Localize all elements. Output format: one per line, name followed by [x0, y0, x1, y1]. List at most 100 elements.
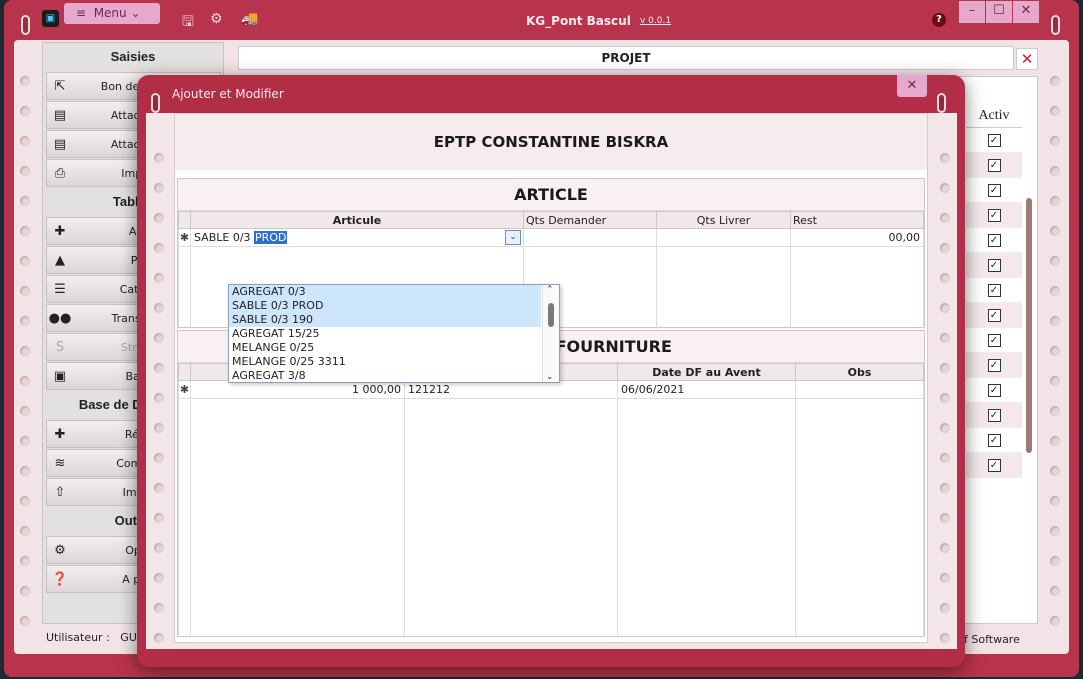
scrollbar-thumb[interactable]: [1026, 198, 1032, 453]
activ-checkbox[interactable]: ✓: [987, 158, 1001, 172]
activ-checkbox[interactable]: ✓: [987, 283, 1001, 297]
row-indicator-header: [178, 363, 191, 381]
punch-hole: [1050, 586, 1060, 596]
dropdown-option[interactable]: SABLE 0/3 190: [229, 313, 541, 327]
minimize-button[interactable]: –: [959, 1, 985, 23]
punch-hole: [1050, 286, 1060, 296]
activ-checkbox[interactable]: ✓: [987, 208, 1001, 222]
punch-hole: [20, 436, 30, 446]
app-version-link[interactable]: v 0.0.1: [640, 16, 671, 26]
punch-hole: [1050, 106, 1060, 116]
activ-checkbox[interactable]: ✓: [987, 183, 1001, 197]
printer-icon: ⎙: [54, 165, 66, 181]
dropdown-scrollbar[interactable]: ⌃ ⌄: [542, 285, 559, 382]
activ-checkbox[interactable]: ✓: [987, 358, 1001, 372]
punch-hole: [1050, 466, 1060, 476]
punch-hole: [1050, 616, 1060, 626]
dialog-title: Ajouter et Modifier: [172, 87, 284, 101]
menu-label: Menu: [93, 6, 127, 20]
column-header[interactable]: Date DF au Avent: [617, 363, 796, 381]
dropdown-option[interactable]: AGREGAT 3/8: [229, 369, 541, 383]
punch-hole: [1050, 346, 1060, 356]
stack-icon: ≋: [54, 455, 66, 471]
punch-hole: [940, 213, 950, 223]
activ-checkbox[interactable]: ✓: [987, 408, 1001, 422]
cogs-icon: ⚙: [54, 542, 66, 558]
binder-ring-icon: [21, 15, 30, 35]
user-label: Utilisateur :: [46, 631, 110, 644]
project-scrollbar[interactable]: [1022, 78, 1036, 604]
title-bar: ▣ ≡ Menu ⌄ 🖫 ⚙ 🚚 KG_Pont Bascul v 0.0.1 …: [4, 0, 1079, 40]
scrollbar-thumb[interactable]: [548, 303, 554, 327]
medkit-icon: ✚: [54, 426, 66, 442]
activ-checkbox[interactable]: ✓: [987, 383, 1001, 397]
punch-hole: [154, 543, 164, 553]
truck-icon[interactable]: 🚚: [241, 11, 258, 27]
activ-checkbox[interactable]: ✓: [987, 333, 1001, 347]
chevron-down-icon[interactable]: ⌄: [505, 230, 521, 245]
activ-checkbox[interactable]: ✓: [987, 433, 1001, 447]
punch-hole: [940, 393, 950, 403]
qts-livrer-cell[interactable]: [656, 228, 791, 247]
punch-hole: [154, 633, 164, 643]
punch-hole: [1050, 526, 1060, 536]
article-dropdown-list[interactable]: AGREGAT 0/3 SABLE 0/3 PROD SABLE 0/3 190…: [228, 284, 560, 383]
close-button[interactable]: ✕: [1013, 1, 1039, 23]
punch-hole: [1050, 166, 1060, 176]
software-credit: f Software: [964, 633, 1020, 646]
punch-hole: [940, 603, 950, 613]
column-header[interactable]: Qts Demander: [523, 211, 657, 229]
dialog-close-button[interactable]: ✕: [897, 75, 927, 97]
app-title: KG_Pont Bascul: [526, 14, 631, 28]
punch-hole: [154, 303, 164, 313]
chevron-down-icon[interactable]: ⌄: [546, 372, 554, 382]
activ-checkbox[interactable]: ✓: [987, 258, 1001, 272]
punch-hole: [20, 316, 30, 326]
punch-hole: [20, 166, 30, 176]
article-section-title: ARTICLE: [178, 179, 924, 211]
no-df-cell[interactable]: 121212: [404, 380, 618, 399]
gears-icon[interactable]: ⚙: [210, 11, 223, 27]
dialog-content: EPTP CONSTANTINE BISKRA ARTICLE Articule…: [174, 113, 928, 643]
row-indicator-header: [178, 211, 191, 229]
help-icon[interactable]: ?: [932, 13, 946, 27]
save-icon[interactable]: 🖫: [182, 11, 194, 35]
punch-hole: [154, 453, 164, 463]
dropdown-option[interactable]: AGREGAT 15/25: [229, 327, 541, 341]
article-combobox[interactable]: SABLE 0/3 PROD ⌄: [190, 228, 524, 247]
chevron-up-icon[interactable]: ⌃: [546, 285, 554, 295]
obs-cell[interactable]: [795, 380, 924, 399]
table-row[interactable]: ✱ 1 000,00 121212 06/06/2021: [178, 380, 924, 399]
binder-ring-icon: [937, 93, 946, 113]
punch-hole: [20, 406, 30, 416]
list-icon: ☰: [54, 281, 66, 297]
article-value: SABLE 0/3: [194, 231, 255, 244]
qts-demander-cell[interactable]: [523, 228, 657, 247]
dropdown-option[interactable]: AGREGAT 0/3: [229, 285, 541, 299]
qts-demander-cell[interactable]: 1 000,00: [190, 380, 405, 399]
activ-checkbox[interactable]: ✓: [987, 133, 1001, 147]
column-header[interactable]: Articule: [190, 211, 524, 229]
activ-checkbox[interactable]: ✓: [987, 233, 1001, 247]
rest-cell[interactable]: 00,00: [790, 228, 924, 247]
punch-hole: [154, 423, 164, 433]
close-panel-button[interactable]: ✕: [1016, 48, 1038, 70]
dropdown-option[interactable]: MELANGE 0/25 3311: [229, 355, 541, 369]
date-df-cell[interactable]: 06/06/2021: [617, 380, 796, 399]
punch-hole: [20, 616, 30, 626]
dropdown-option-selected[interactable]: SABLE 0/3 PROD: [229, 299, 541, 313]
column-header[interactable]: Obs: [795, 363, 924, 381]
column-header[interactable]: Rest: [790, 211, 924, 229]
punch-hole: [1050, 226, 1060, 236]
punch-hole: [940, 273, 950, 283]
table-row[interactable]: ✱ SABLE 0/3 PROD ⌄ 00,00: [178, 228, 924, 247]
dropdown-option[interactable]: MELANGE 0/25: [229, 341, 541, 355]
punch-hole: [154, 243, 164, 253]
column-header[interactable]: Qts Livrer: [656, 211, 791, 229]
menu-button[interactable]: ≡ Menu ⌄: [64, 3, 160, 24]
maximize-button[interactable]: ☐: [986, 1, 1012, 23]
activ-checkbox[interactable]: ✓: [987, 308, 1001, 322]
punch-hole: [940, 633, 950, 643]
list-card-icon: ▤: [53, 107, 67, 123]
activ-checkbox[interactable]: ✓: [987, 458, 1001, 472]
